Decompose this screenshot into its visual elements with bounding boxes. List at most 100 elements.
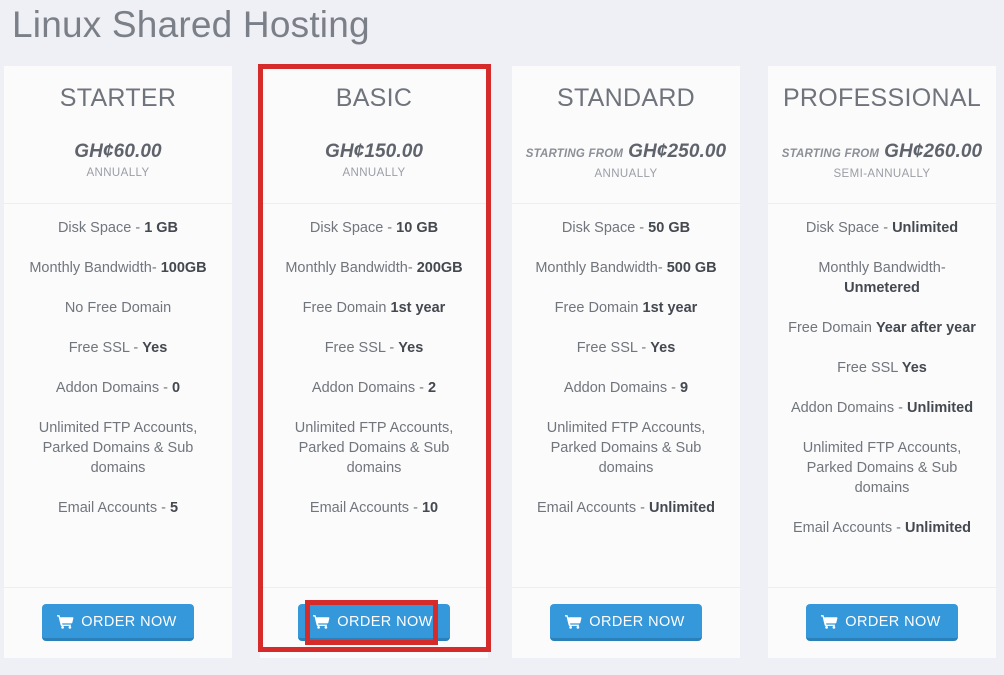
price-prefix: STARTING FROM bbox=[781, 148, 880, 160]
order-now-button-starter[interactable]: ORDER NOW bbox=[42, 603, 194, 641]
feature-item: Free Domain 1st year bbox=[272, 298, 476, 318]
feature-item: Unlimited FTP Accounts, Parked Domains &… bbox=[272, 418, 476, 478]
price-row: STARTING FROM GH¢250.00 bbox=[512, 142, 740, 164]
feature-label: Addon Domains - bbox=[311, 380, 428, 396]
feature-item: Addon Domains - Unlimited bbox=[780, 398, 984, 418]
feature-list: Disk Space - Unlimited Monthly Bandwidth-… bbox=[768, 204, 996, 588]
shopping-cart-icon bbox=[821, 614, 838, 629]
feature-label: Free Domain bbox=[554, 300, 643, 316]
feature-label: Disk Space - bbox=[561, 220, 649, 236]
feature-list: Disk Space - 1 GB Monthly Bandwidth- 100G… bbox=[4, 204, 232, 588]
plan-header: STANDARD STARTING FROM GH¢250.00 ANNUALLY bbox=[512, 66, 740, 204]
order-now-button-basic[interactable]: ORDER NOW bbox=[298, 603, 450, 641]
feature-item: Free SSL - Yes bbox=[272, 338, 476, 358]
feature-item: Free Domain 1st year bbox=[524, 298, 728, 318]
price-row: STARTING FROM GH¢260.00 bbox=[768, 142, 996, 164]
feature-label: Monthly Bandwidth- bbox=[535, 260, 667, 276]
feature-item: Addon Domains - 2 bbox=[272, 378, 476, 398]
feature-label: Free Domain bbox=[302, 300, 391, 316]
plan-name: BASIC bbox=[335, 84, 413, 112]
plan-name: STANDARD bbox=[556, 84, 696, 112]
order-now-button-standard[interactable]: ORDER NOW bbox=[550, 603, 702, 641]
feature-label: Email Accounts - bbox=[309, 500, 422, 516]
feature-item: Email Accounts - Unlimited bbox=[524, 498, 728, 518]
feature-label: Free SSL - bbox=[68, 340, 143, 356]
feature-label: Email Accounts - bbox=[57, 500, 170, 516]
plan-card-basic: BASIC GH¢150.00 ANNUALLY Disk Space - 10 GB… bbox=[260, 66, 488, 658]
feature-value: 500 GB bbox=[666, 260, 717, 276]
feature-item: Unlimited FTP Accounts, Parked Domains &… bbox=[524, 418, 728, 478]
feature-value: 5 bbox=[169, 500, 179, 516]
feature-label: Monthly Bandwidth- bbox=[29, 260, 161, 276]
feature-value: Year after year bbox=[875, 320, 976, 336]
feature-value: Yes bbox=[650, 340, 676, 356]
plan-footer: ORDER NOW bbox=[4, 588, 232, 656]
feature-label: Addon Domains - bbox=[790, 400, 907, 416]
plan-footer: ORDER NOW bbox=[512, 588, 740, 656]
feature-label: Unlimited FTP Accounts, Parked Domains &… bbox=[546, 420, 706, 476]
feature-label: Unlimited FTP Accounts, Parked Domains &… bbox=[802, 440, 962, 496]
order-now-button-professional[interactable]: ORDER NOW bbox=[806, 603, 958, 641]
order-now-label: ORDER NOW bbox=[845, 613, 941, 630]
plan-name: STARTER bbox=[59, 84, 177, 112]
plan-header: BASIC GH¢150.00 ANNUALLY bbox=[260, 66, 488, 204]
feature-item: Free SSL - Yes bbox=[524, 338, 728, 358]
feature-value: Yes bbox=[901, 360, 927, 376]
feature-item: No Free Domain bbox=[16, 298, 220, 318]
plan-card-list: STARTER GH¢60.00 ANNUALLY Disk Space - 1 GB… bbox=[0, 66, 1004, 662]
feature-label: Free SSL bbox=[837, 360, 902, 376]
billing-term: ANNUALLY bbox=[594, 168, 658, 180]
feature-value: Unlimited bbox=[904, 520, 972, 536]
billing-term: SEMI-ANNUALLY bbox=[833, 168, 931, 180]
price-row: GH¢60.00 bbox=[4, 142, 232, 163]
plan-header: STARTER GH¢60.00 ANNUALLY bbox=[4, 66, 232, 204]
shopping-cart-icon bbox=[313, 614, 330, 629]
order-now-label: ORDER NOW bbox=[589, 613, 685, 630]
feature-label: Email Accounts - bbox=[536, 500, 649, 516]
feature-item: Free SSL Yes bbox=[780, 358, 984, 378]
plan-card-starter: STARTER GH¢60.00 ANNUALLY Disk Space - 1 GB… bbox=[4, 66, 232, 658]
feature-label: Monthly Bandwidth- bbox=[818, 260, 946, 276]
order-now-label: ORDER NOW bbox=[81, 613, 177, 630]
billing-term: ANNUALLY bbox=[86, 167, 150, 179]
feature-label: Free SSL - bbox=[576, 340, 651, 356]
feature-value: 50 GB bbox=[648, 220, 691, 236]
plan-header: PROFESSIONAL STARTING FROM GH¢260.00 SEMI-A… bbox=[768, 66, 996, 204]
plan-price: GH¢150.00 bbox=[324, 141, 424, 162]
plan-footer: ORDER NOW bbox=[768, 588, 996, 656]
feature-list: Disk Space - 50 GB Monthly Bandwidth- 500… bbox=[512, 204, 740, 588]
plan-price: GH¢250.00 bbox=[628, 141, 727, 162]
shopping-cart-icon bbox=[565, 614, 582, 629]
feature-label: Email Accounts - bbox=[792, 520, 905, 536]
feature-value: Unlimited bbox=[892, 220, 959, 236]
feature-item: Free SSL - Yes bbox=[16, 338, 220, 358]
feature-item: Email Accounts - 10 bbox=[272, 498, 476, 518]
plan-footer: ORDER NOW bbox=[260, 588, 488, 656]
feature-label: Unlimited FTP Accounts, Parked Domains &… bbox=[294, 420, 454, 476]
feature-label: Monthly Bandwidth- bbox=[285, 260, 417, 276]
pricing-page: Linux Shared Hosting STARTER GH¢60.00 ANNU… bbox=[0, 0, 1004, 675]
feature-item: Disk Space - Unlimited bbox=[780, 218, 984, 238]
feature-value: 10 bbox=[421, 500, 439, 516]
plan-price: GH¢260.00 bbox=[884, 141, 983, 162]
feature-value: 1 GB bbox=[144, 220, 179, 236]
feature-value: 200GB bbox=[416, 260, 463, 276]
feature-value: 2 bbox=[427, 380, 437, 396]
plan-price: GH¢60.00 bbox=[74, 141, 162, 162]
feature-label: Addon Domains - bbox=[563, 380, 680, 396]
feature-value: Unlimited bbox=[648, 500, 716, 516]
feature-item: Monthly Bandwidth- 100GB bbox=[16, 258, 220, 278]
feature-value: 1st year bbox=[390, 300, 446, 316]
feature-value: Yes bbox=[398, 340, 424, 356]
feature-item: Disk Space - 10 GB bbox=[272, 218, 476, 238]
price-row: GH¢150.00 bbox=[260, 142, 488, 163]
feature-label: Disk Space - bbox=[805, 220, 893, 236]
feature-item: Monthly Bandwidth- Unmetered bbox=[780, 258, 984, 298]
plan-card-professional: PROFESSIONAL STARTING FROM GH¢260.00 SEMI-A… bbox=[768, 66, 996, 658]
feature-label: Free Domain bbox=[788, 320, 876, 336]
feature-item: Addon Domains - 9 bbox=[524, 378, 728, 398]
feature-item: Monthly Bandwidth- 500 GB bbox=[524, 258, 728, 278]
feature-label: No Free Domain bbox=[64, 300, 172, 316]
page-title: Linux Shared Hosting bbox=[12, 4, 370, 45]
feature-item: Disk Space - 50 GB bbox=[524, 218, 728, 238]
